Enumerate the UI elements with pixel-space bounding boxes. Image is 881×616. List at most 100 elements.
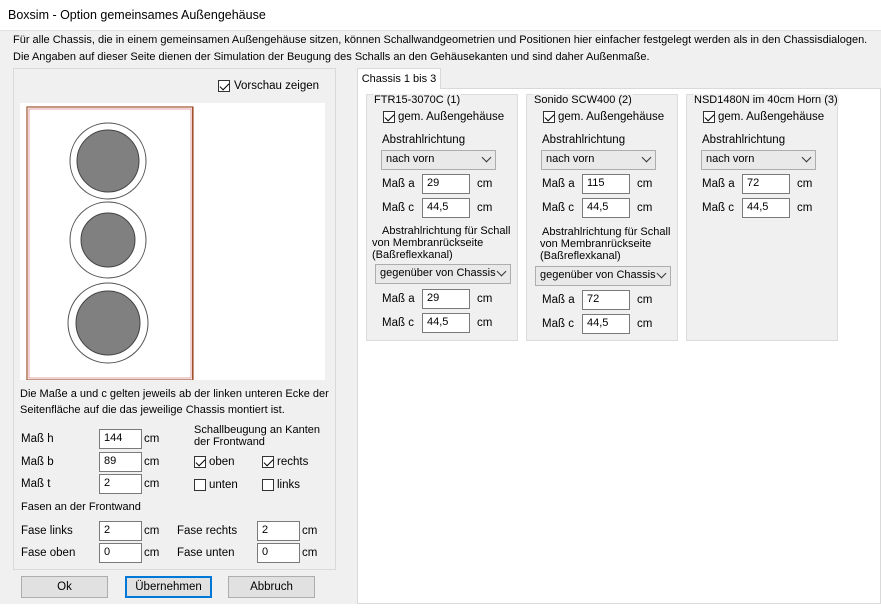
chassis-1-rear-label-3: (Baßreflexkanal) — [372, 249, 453, 261]
chassis-2-dir-select[interactable]: nach vorn — [541, 150, 656, 170]
chassis-3-c-label: Maß c — [702, 202, 734, 214]
chassis-1-membrane — [76, 129, 140, 193]
bevel-bottom-unit: cm — [302, 547, 318, 559]
chassis-3-c-input[interactable]: 44,5 — [742, 198, 790, 218]
enclosure-drawing — [26, 106, 194, 381]
enclosure-preview — [20, 103, 325, 381]
edge-bottom-checkbox[interactable] — [194, 479, 206, 491]
chassis-3-dir-select[interactable]: nach vorn — [701, 150, 816, 170]
chassis-3-dir-label: Abstrahlrichtung — [702, 134, 786, 146]
chassis-2-c-input[interactable]: 44,5 — [582, 198, 630, 218]
chassis-2-ra-unit: cm — [637, 294, 653, 306]
bevel-left-label: Fase links — [21, 525, 73, 537]
chassis-2-c-label: Maß c — [542, 202, 574, 214]
chassis-2-ra-label: Maß a — [542, 294, 575, 306]
chassis-2-rear-select[interactable]: gegenüber von Chassis — [535, 266, 671, 286]
dim-t-label: Maß t — [21, 478, 51, 490]
dim-h-label: Maß h — [21, 433, 54, 445]
chassis-1-rc-unit: cm — [477, 317, 493, 329]
dim-t-unit: cm — [144, 478, 160, 490]
chassis-group-3: NSD1480N im 40cm Horn (3) gem. Außengehä… — [686, 94, 839, 341]
preview-checkbox-label: Vorschau zeigen — [234, 80, 320, 92]
chevron-down-icon — [481, 152, 492, 163]
chevron-down-icon — [656, 268, 667, 279]
edge-top-label: oben — [209, 456, 235, 468]
chassis-3-a-label: Maß a — [702, 178, 735, 190]
chassis-1-title: FTR15-3070C (1) — [373, 94, 462, 106]
chassis-2-rc-input[interactable]: 44,5 — [582, 314, 630, 334]
bevels-heading: Fasen an der Frontwand — [21, 501, 141, 513]
chassis-2-ra-input[interactable]: 72 — [582, 290, 630, 310]
chassis-1-rc-label: Maß c — [382, 317, 414, 329]
chassis-2-rc-unit: cm — [637, 318, 653, 330]
chassis-1-ra-unit: cm — [477, 293, 493, 305]
chassis-3-a-unit: cm — [797, 178, 813, 190]
dim-b-unit: cm — [144, 456, 160, 468]
bevel-right-unit: cm — [302, 525, 318, 537]
cancel-button[interactable]: Abbruch — [228, 576, 315, 598]
edge-right-checkbox[interactable] — [262, 456, 274, 468]
bevel-bottom-label: Fase unten — [177, 547, 235, 559]
ok-button[interactable]: Ok — [21, 576, 108, 598]
bevel-top-input[interactable]: 0 — [99, 543, 142, 563]
chassis-2-c-unit: cm — [637, 202, 653, 214]
chassis-2-a-input[interactable]: 115 — [582, 174, 630, 194]
chassis-3-dir-value: nach vorn — [706, 153, 755, 165]
dialog-window: Boxsim - Option gemeinsames Außengehäuse… — [0, 0, 881, 616]
chassis-1-a-label: Maß a — [382, 178, 415, 190]
apply-button[interactable]: Übernehmen — [125, 576, 212, 598]
chassis-group-1: FTR15-3070C (1) gem. Außengehäuse Abstra… — [366, 94, 518, 341]
chassis-2-rear-label-3: (Baßreflexkanal) — [540, 250, 621, 262]
chassis-1-c-input[interactable]: 44,5 — [422, 198, 470, 218]
title-bar: Boxsim - Option gemeinsames Außengehäuse — [0, 0, 881, 31]
chassis-2-shared-label: gem. Außengehäuse — [558, 111, 665, 123]
bevel-bottom-input[interactable]: 0 — [257, 543, 300, 563]
chassis-1-shared-label: gem. Außengehäuse — [398, 111, 505, 123]
dim-h-unit: cm — [144, 433, 160, 445]
bevel-right-input[interactable]: 2 — [257, 521, 300, 541]
chassis-1-ra-input[interactable]: 29 — [422, 289, 470, 309]
edge-right-label: rechts — [277, 456, 309, 468]
bevel-right-label: Fase rechts — [177, 525, 238, 537]
edge-left-label: links — [277, 479, 301, 491]
diffraction-heading-2: der Frontwand — [194, 436, 265, 448]
chassis-2-rear-label-2: von Membranrückseite — [540, 238, 652, 250]
chassis-1-rc-input[interactable]: 44,5 — [422, 313, 470, 333]
dim-t-input[interactable]: 2 — [99, 474, 142, 494]
diffraction-heading-1: Schallbeugung an Kanten — [194, 424, 320, 436]
chassis-1-c-unit: cm — [477, 202, 493, 214]
chassis-2-a-unit: cm — [637, 178, 653, 190]
chassis-2-dir-value: nach vorn — [546, 153, 595, 165]
dim-b-input[interactable]: 89 — [99, 452, 142, 472]
chassis-1-dir-select[interactable]: nach vorn — [381, 150, 496, 170]
chevron-down-icon — [496, 266, 507, 277]
preview-checkbox[interactable] — [218, 80, 230, 92]
bevel-left-unit: cm — [144, 525, 160, 537]
chassis-1-rear-select[interactable]: gegenüber von Chassis — [375, 264, 511, 284]
chassis-3-title: NSD1480N im 40cm Horn (3) — [693, 94, 839, 106]
chassis-2-dir-label: Abstrahlrichtung — [542, 134, 626, 146]
chassis-1-shared-checkbox[interactable] — [383, 111, 395, 123]
bevel-top-unit: cm — [144, 547, 160, 559]
chassis-1-dir-value: nach vorn — [386, 153, 435, 165]
chassis-1-a-unit: cm — [477, 178, 493, 190]
chassis-3-c-unit: cm — [797, 202, 813, 214]
chassis-2-rear-value: gegenüber von Chassis — [540, 269, 656, 281]
chassis-group-2: Sonido SCW400 (2) gem. Außengehäuse Abst… — [526, 94, 678, 341]
chassis-1-a-input[interactable]: 29 — [422, 174, 470, 194]
chassis-3-membrane — [75, 290, 141, 356]
edge-left-checkbox[interactable] — [262, 479, 274, 491]
chassis-3-shared-checkbox[interactable] — [703, 111, 715, 123]
dim-b-label: Maß b — [21, 456, 54, 468]
edge-top-checkbox[interactable] — [194, 456, 206, 468]
dim-h-input[interactable]: 144 — [99, 429, 142, 449]
chassis-2-shared-checkbox[interactable] — [543, 111, 555, 123]
chassis-3-a-input[interactable]: 72 — [742, 174, 790, 194]
tab-chassis-1-3[interactable]: Chassis 1 bis 3 — [357, 68, 441, 89]
info-line-2: Die Angaben auf dieser Seite dienen der … — [13, 51, 650, 63]
chassis-1-rear-label-2: von Membranrückseite — [372, 237, 484, 249]
chassis-2-rc-label: Maß c — [542, 318, 574, 330]
chassis-1-ra-label: Maß a — [382, 293, 415, 305]
edge-bottom-label: unten — [209, 479, 238, 491]
bevel-left-input[interactable]: 2 — [99, 521, 142, 541]
